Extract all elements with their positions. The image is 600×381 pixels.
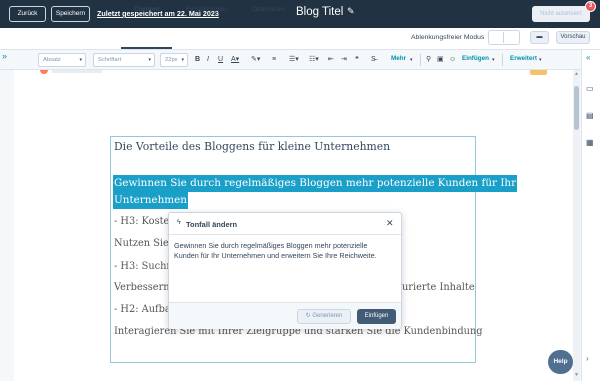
preview-button[interactable]: Vorschau bbox=[556, 31, 590, 44]
outdent-icon[interactable]: ⇤ bbox=[328, 54, 334, 66]
suggested-text: Gewinnen Sie durch regelmäßiges Bloggen … bbox=[174, 241, 377, 261]
selected-text-line-1[interactable]: Gewinnen Sie durch regelmäßiges Bloggen … bbox=[113, 175, 518, 192]
post-title[interactable]: Blog Titel bbox=[296, 6, 343, 18]
chevron-right-icon[interactable]: › bbox=[586, 354, 589, 363]
underline-icon[interactable]: U bbox=[218, 54, 223, 66]
paragraph-style-select[interactable]: Absatz ▾ bbox=[38, 53, 86, 67]
selected-text-line-2[interactable]: Unternehmen bbox=[113, 192, 188, 209]
toolbar-divider bbox=[502, 54, 503, 66]
chevron-down-icon[interactable]: ▾ bbox=[492, 54, 495, 66]
dialog-title: Tonfall ändern bbox=[186, 220, 238, 229]
save-button[interactable]: Speichern bbox=[51, 6, 90, 22]
chevron-down-icon: ▾ bbox=[79, 57, 82, 63]
close-icon[interactable]: ✕ bbox=[386, 218, 394, 229]
link-icon[interactable]: ⚲ bbox=[426, 54, 431, 66]
scroll-up-icon[interactable]: ▲ bbox=[574, 71, 579, 77]
more-menu[interactable]: Mehr bbox=[391, 55, 406, 62]
scroll-down-icon[interactable]: ▼ bbox=[574, 372, 579, 378]
insert-button[interactable]: Einfügen bbox=[357, 309, 396, 324]
italic-icon[interactable]: I bbox=[207, 54, 209, 66]
notification-badge: 3 bbox=[585, 1, 596, 12]
paragraph-style-value: Absatz bbox=[43, 57, 61, 63]
chevron-down-icon: ▾ bbox=[181, 57, 184, 63]
image-icon[interactable]: ▣ bbox=[437, 54, 444, 66]
outline-item-costs[interactable]: - H3: Kosten bbox=[114, 216, 176, 227]
comment-icon[interactable]: ▬ bbox=[530, 31, 549, 44]
indent-icon[interactable]: ⇥ bbox=[341, 54, 347, 66]
toolbar-divider bbox=[420, 54, 421, 66]
font-value: Schriftart bbox=[98, 57, 122, 63]
scrollbar[interactable]: ▲ ▼ bbox=[573, 70, 580, 381]
header-nav bbox=[52, 70, 102, 73]
dialog-header: ϟ Tonfall ändern ✕ bbox=[169, 213, 401, 235]
pencil-icon[interactable]: ✎ bbox=[347, 6, 355, 17]
strikethrough-icon[interactable]: S̶ bbox=[371, 54, 376, 66]
generate-label: Generieren bbox=[312, 313, 343, 319]
toggle-knob bbox=[490, 32, 504, 43]
emoji-icon[interactable]: ☺ bbox=[449, 54, 456, 66]
expand-left-icon[interactable]: » bbox=[2, 51, 7, 61]
change-tone-dialog: ϟ Tonfall ändern ✕ Gewinnen Sie durch re… bbox=[168, 212, 402, 329]
tab-settings[interactable]: Einstellungen bbox=[186, 6, 227, 13]
bulleted-list-icon[interactable]: ☰▾ bbox=[289, 54, 299, 66]
help-button[interactable]: Help bbox=[548, 350, 573, 374]
back-button[interactable]: Zurück bbox=[9, 6, 46, 22]
font-select[interactable]: Schriftart ▾ bbox=[93, 53, 155, 67]
align-left-icon[interactable]: ≡ bbox=[272, 54, 276, 66]
advanced-menu[interactable]: Erweitert bbox=[510, 55, 537, 62]
focus-mode-label: Ablenkungsfreier Modus bbox=[411, 34, 485, 41]
right-sidebar: « ▭ ▤ ▦ › bbox=[581, 50, 600, 381]
text-color-icon[interactable]: A▾ bbox=[231, 54, 239, 66]
lightning-icon: ϟ bbox=[177, 219, 181, 226]
calendar-icon[interactable]: ▦ bbox=[586, 138, 594, 147]
post-heading[interactable]: Die Vorteile des Bloggens für kleine Unt… bbox=[114, 140, 390, 153]
publish-button[interactable]: Nicht autorisiert bbox=[532, 6, 590, 22]
chevron-down-icon[interactable]: ▾ bbox=[539, 54, 542, 66]
chevron-down-icon: ▾ bbox=[148, 57, 151, 63]
tab-optimize[interactable]: Optimieren bbox=[252, 6, 285, 13]
generate-button[interactable]: ↻ Generieren bbox=[297, 309, 351, 324]
active-tab-indicator bbox=[121, 47, 172, 49]
dialog-footer: ↻ Generieren Einfügen bbox=[169, 302, 401, 329]
outline-item-improve-end[interactable]: urierte Inhalte bbox=[402, 282, 475, 293]
outline-item-search[interactable]: - H3: Suchm bbox=[114, 261, 176, 272]
font-size-value: 22px bbox=[165, 57, 178, 63]
tab-content[interactable]: Content bbox=[134, 6, 160, 13]
font-size-select[interactable]: 22px ▾ bbox=[160, 53, 188, 67]
bold-icon[interactable]: B bbox=[195, 54, 200, 66]
numbered-list-icon[interactable]: ☷▾ bbox=[309, 54, 319, 66]
highlight-icon[interactable]: ✎▾ bbox=[251, 54, 260, 66]
panel-icon[interactable]: ▤ bbox=[586, 111, 594, 120]
chat-icon[interactable]: ▭ bbox=[586, 84, 594, 93]
header-badge bbox=[530, 70, 547, 75]
collapse-left-icon[interactable]: « bbox=[586, 53, 590, 62]
insert-menu[interactable]: Einfügen bbox=[462, 55, 489, 62]
quote-icon[interactable]: ❝ bbox=[355, 54, 359, 66]
scrollbar-thumb[interactable] bbox=[574, 86, 579, 130]
chevron-down-icon[interactable]: ▾ bbox=[410, 54, 413, 66]
focus-mode-toggle[interactable] bbox=[488, 30, 520, 45]
